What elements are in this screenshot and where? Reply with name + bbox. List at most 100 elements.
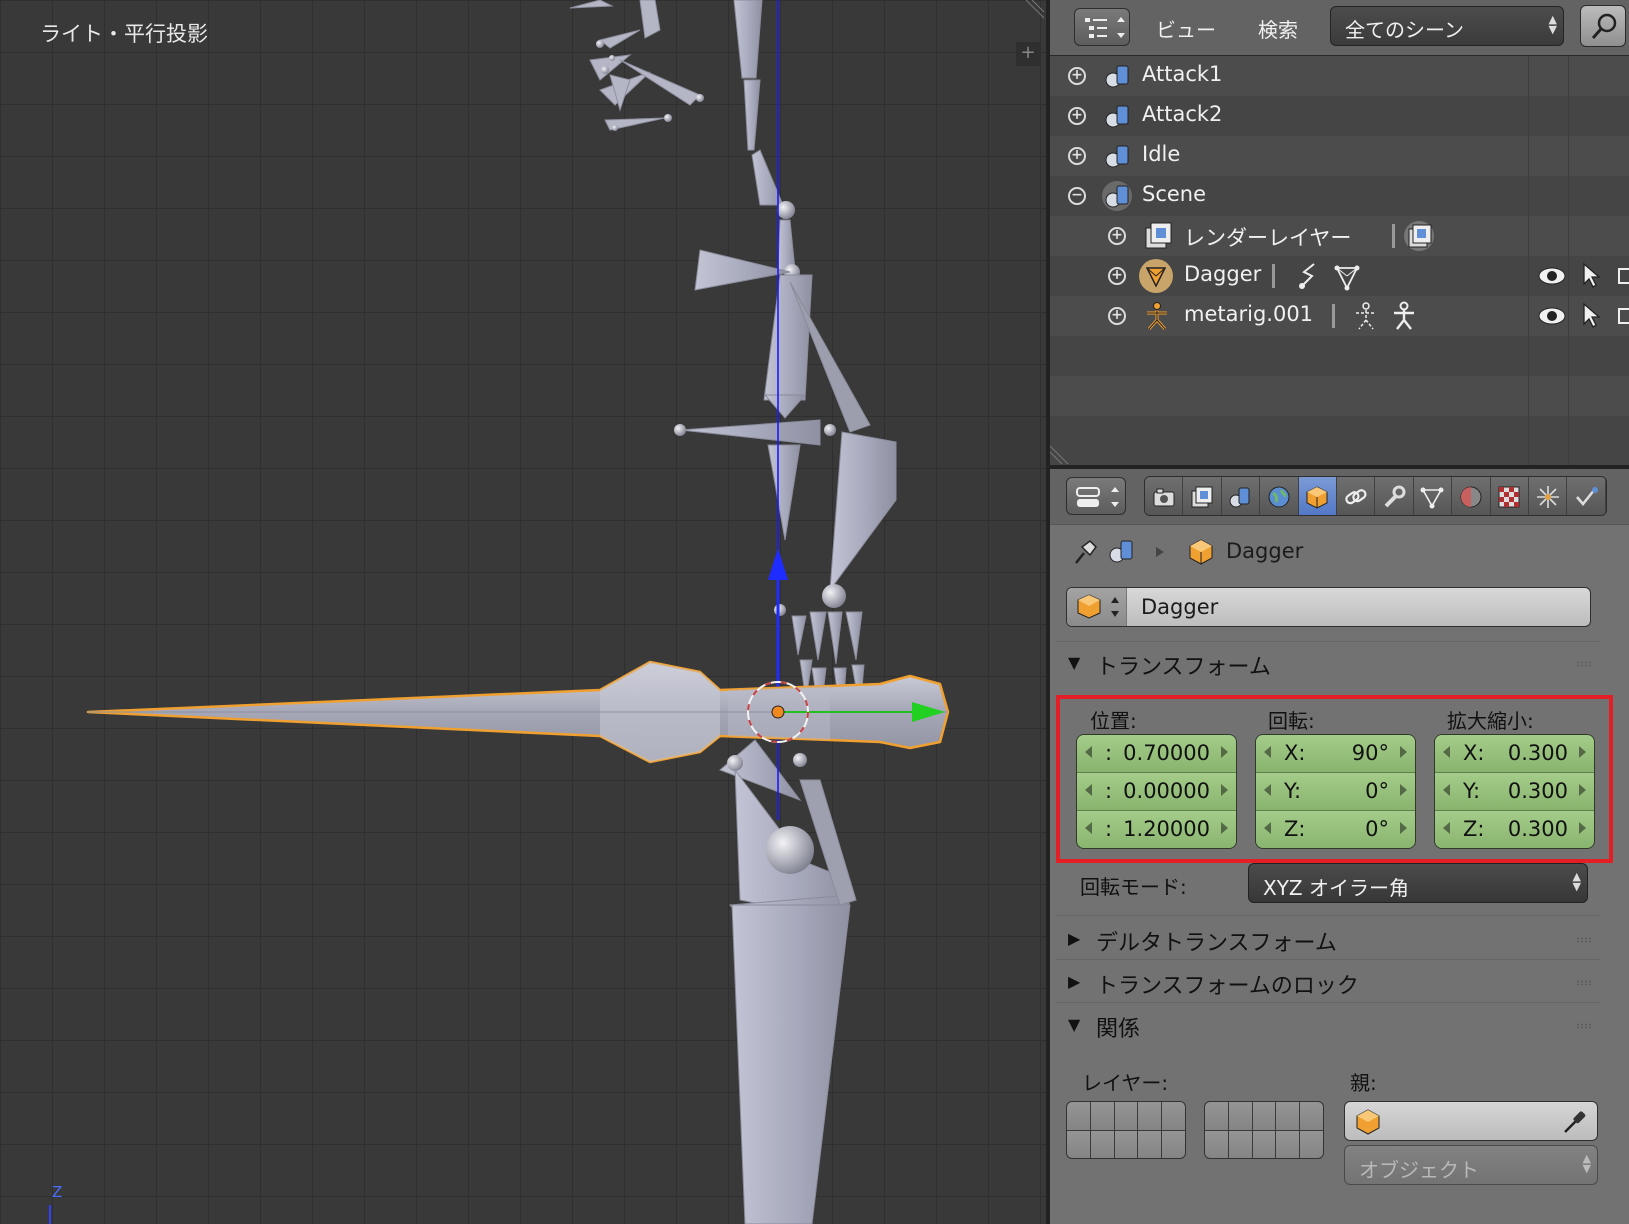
scale-y-field[interactable]: Y: 0.300 [1435, 773, 1594, 811]
collapse-icon[interactable]: − [1068, 187, 1086, 205]
select-cursor-icon[interactable] [1578, 260, 1602, 290]
scale-label: 拡大縮小: [1447, 709, 1534, 733]
panel-delta-transform-header[interactable]: ▶ デルタトランスフォーム [1056, 919, 1600, 959]
select-cursor-icon[interactable] [1578, 300, 1602, 330]
rotation-mode-select[interactable]: XYZ オイラー角 ▲ ▼ [1248, 863, 1588, 903]
outliner-row-idle[interactable]: + Idle [1050, 136, 1629, 176]
divider [1056, 959, 1600, 960]
outliner-panel: ビュー 検索 全てのシーン ▲ ▼ + Attack1 + Attack2 + … [1050, 0, 1629, 465]
object-cube-icon [1077, 594, 1119, 619]
parent-type-select[interactable]: オブジェクト ▲ ▼ [1344, 1145, 1598, 1185]
viewport-expand-button[interactable]: + [1016, 42, 1040, 66]
search-magnifier-button[interactable] [1580, 5, 1626, 47]
tab-constraints[interactable] [1336, 477, 1376, 515]
tab-object[interactable] [1298, 477, 1337, 515]
display-mode-value: 全てのシーン [1345, 18, 1464, 42]
mesh-object-icon [1139, 259, 1173, 293]
object-browse-button[interactable] [1067, 588, 1127, 626]
texture-checker-icon [1498, 486, 1520, 508]
outliner-row-attack1[interactable]: + Attack1 [1050, 56, 1629, 96]
render-layers-icon[interactable] [1402, 219, 1436, 253]
tab-texture[interactable] [1490, 477, 1529, 515]
tab-scene[interactable] [1221, 477, 1261, 515]
rotation-x-field[interactable]: X: 90° [1256, 735, 1415, 773]
scene-icon [1105, 65, 1129, 88]
expand-icon[interactable]: + [1068, 147, 1086, 165]
scene-icon [1109, 540, 1133, 563]
tab-material[interactable] [1452, 477, 1491, 515]
panel-transform-lock-header[interactable]: ▶ トランスフォームのロック [1056, 962, 1600, 1002]
eye-icon[interactable] [1536, 302, 1568, 330]
layer-buttons-group-2[interactable] [1204, 1101, 1324, 1159]
location-z-field[interactable]: :1.20000 [1077, 811, 1236, 848]
layer-buttons-group-1[interactable] [1066, 1101, 1186, 1159]
drag-grip-icon[interactable] [1576, 1023, 1592, 1029]
object-name-value: Dagger [1141, 595, 1219, 619]
column-divider [1568, 56, 1569, 465]
expand-triangle-icon: ▶ [1068, 929, 1081, 948]
tab-world[interactable] [1260, 477, 1299, 515]
scale-z-field[interactable]: Z: 0.300 [1435, 811, 1594, 848]
parent-type-value: オブジェクト [1359, 1158, 1479, 1182]
location-y-field[interactable]: :0.00000 [1077, 773, 1236, 811]
magnifier-icon [1591, 13, 1617, 39]
expand-icon[interactable]: + [1108, 227, 1126, 245]
parent-object-field[interactable] [1344, 1101, 1598, 1141]
tab-render[interactable] [1145, 477, 1184, 515]
location-x-field[interactable]: :0.70000 [1077, 735, 1236, 773]
outliner-row-metarig[interactable]: + metarig.001 [1050, 296, 1629, 336]
armature-data-icon[interactable] [1388, 300, 1420, 332]
editor-type-button[interactable] [1074, 8, 1130, 46]
expand-icon[interactable]: + [1068, 67, 1086, 85]
pin-icon[interactable] [1070, 537, 1100, 567]
rotation-mode-label: 回転モード: [1080, 875, 1187, 899]
tab-physics[interactable] [1567, 477, 1606, 515]
tab-modifiers[interactable] [1375, 477, 1414, 515]
outliner-row-attack2[interactable]: + Attack2 [1050, 96, 1629, 136]
expand-icon[interactable]: + [1108, 267, 1126, 285]
dropdown-arrows-icon: ▲ ▼ [1582, 1152, 1591, 1175]
render-layers-icon [1145, 222, 1172, 249]
panel-relations-header[interactable]: ▼ 関係 [1056, 1005, 1600, 1045]
area-split-grip[interactable] [1050, 440, 1074, 464]
breadcrumb-object-name: Dagger [1226, 539, 1304, 563]
tab-mesh-data[interactable] [1413, 477, 1453, 515]
display-mode-select[interactable]: 全てのシーン ▲ ▼ [1330, 6, 1564, 46]
outliner-editor-icon [1085, 17, 1125, 38]
panel-transform-header[interactable]: ▼ トランスフォーム [1056, 643, 1600, 683]
area-split-grip[interactable] [1022, 0, 1044, 22]
tab-particles[interactable] [1528, 477, 1568, 515]
scene-icon [1105, 105, 1129, 128]
eye-icon[interactable] [1536, 262, 1568, 290]
tab-render-layers[interactable] [1183, 477, 1222, 515]
outliner-item-label: Scene [1142, 182, 1207, 206]
eyedropper-icon[interactable] [1561, 1108, 1587, 1136]
properties-header [1050, 469, 1629, 525]
panel-title: トランスフォーム [1096, 655, 1271, 680]
world-icon [1268, 486, 1290, 508]
drag-grip-icon[interactable] [1576, 980, 1592, 986]
render-toggle-icon[interactable] [1618, 308, 1629, 324]
menu-search[interactable]: 検索 [1258, 14, 1298, 43]
outliner-row-dagger[interactable]: + Dagger [1050, 256, 1629, 296]
mesh-data-icon[interactable] [1332, 260, 1362, 292]
expand-icon[interactable]: + [1108, 307, 1126, 325]
parent-label: 親: [1350, 1071, 1377, 1095]
scale-x-field[interactable]: X: 0.300 [1435, 735, 1594, 773]
outliner-row-scene[interactable]: − Scene [1050, 176, 1629, 216]
modifier-icon[interactable] [1294, 260, 1324, 292]
outliner-row-render-layers[interactable]: + レンダーレイヤー [1050, 216, 1629, 256]
menu-view[interactable]: ビュー [1156, 14, 1216, 43]
rotation-z-field[interactable]: Z: 0° [1256, 811, 1415, 848]
rotation-y-field[interactable]: Y: 0° [1256, 773, 1415, 811]
axis-z-label: Z [52, 1183, 63, 1201]
object-name-field[interactable]: Dagger [1066, 587, 1591, 627]
editor-type-button[interactable] [1066, 477, 1126, 515]
drag-grip-icon[interactable] [1576, 661, 1592, 667]
drag-grip-icon[interactable] [1576, 937, 1592, 943]
render-toggle-icon[interactable] [1618, 268, 1629, 284]
3d-viewport[interactable]: ライト・平行投影 + Z [0, 0, 1046, 1224]
dropdown-arrows-icon: ▲ ▼ [1572, 870, 1581, 893]
pose-icon[interactable] [1350, 300, 1382, 332]
expand-icon[interactable]: + [1068, 107, 1086, 125]
